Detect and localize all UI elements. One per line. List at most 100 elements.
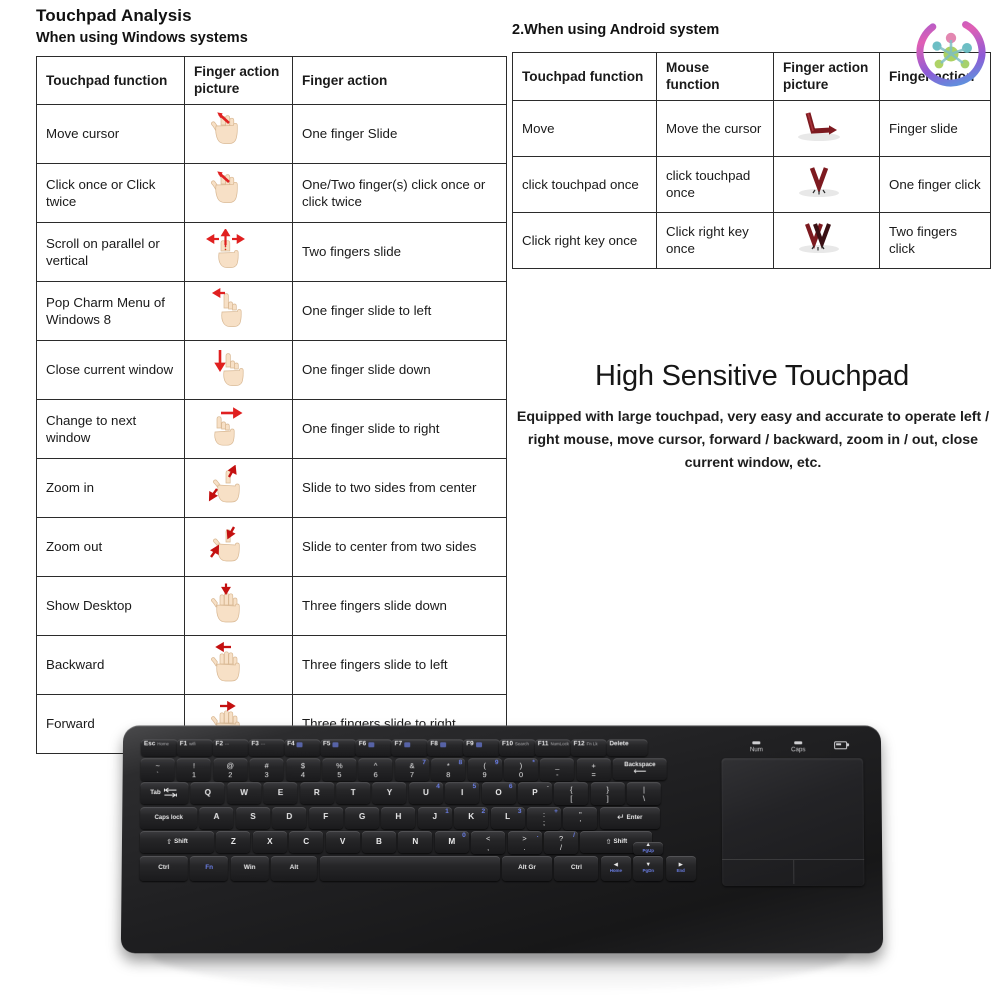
key--[interactable]: _ - — [540, 758, 575, 782]
key-secondary-label: wifi — [189, 741, 196, 747]
key-f6[interactable]: F6 — [355, 739, 393, 757]
key-numpad-legend: 0 — [462, 832, 466, 840]
key-,[interactable]: <, — [471, 831, 506, 855]
key-7[interactable]: & 7 7 — [394, 758, 429, 782]
touchpad-left-right-divider — [793, 859, 795, 884]
key-main-label: 8 — [446, 769, 451, 779]
mute-icon — [296, 742, 303, 748]
key-w[interactable]: W — [227, 782, 262, 805]
key-.[interactable]: >.. — [507, 831, 542, 855]
key-f[interactable]: F — [308, 806, 343, 829]
left-arrow-icon: ⟵ — [633, 766, 647, 777]
key-m[interactable]: M0 — [434, 831, 469, 854]
key-ctrl[interactable]: Ctrl — [139, 855, 188, 881]
key-a[interactable]: A — [199, 806, 234, 829]
key-u[interactable]: U4 — [408, 782, 443, 805]
key-tab[interactable]: Tab — [140, 782, 189, 805]
key-shift-left[interactable]: ⇧ Shift — [139, 831, 215, 854]
key-shift-legend: % — [336, 760, 343, 770]
key-enter[interactable]: ↵ Enter — [599, 806, 660, 829]
key-main-label: Win — [243, 863, 256, 871]
key-t[interactable]: T — [336, 782, 371, 805]
key-g[interactable]: G — [345, 806, 380, 829]
key-0[interactable]: ) 0 * — [503, 758, 538, 782]
key-s[interactable]: S — [235, 806, 271, 829]
arrow-up-key[interactable]: ▲ PgUp — [633, 841, 664, 855]
key-main-label: Ctrl — [158, 863, 170, 871]
key-numpad-legend: 9 — [494, 759, 499, 767]
indicator-num: Num — [743, 741, 769, 753]
key-c[interactable]: C — [289, 831, 324, 854]
key-z[interactable]: Z — [216, 831, 251, 854]
key-=[interactable]: + = — [576, 758, 611, 782]
key-n[interactable]: N — [398, 831, 433, 854]
key-o[interactable]: O6 — [481, 782, 516, 805]
key-f7[interactable]: F7 — [391, 739, 428, 757]
key-f12[interactable]: F12 Fn Lk — [570, 739, 608, 757]
key-shift-legend: { — [570, 785, 573, 795]
key-secondary-label: --- — [224, 741, 230, 747]
key-6[interactable]: ^ 6 — [358, 758, 393, 782]
key-alt[interactable]: Alt — [270, 855, 318, 881]
key-;[interactable]: :; + — [526, 806, 561, 830]
cell-function: Close current window — [36, 339, 185, 400]
key-b[interactable]: B — [361, 831, 397, 854]
key-f11[interactable]: F11 NumLock — [534, 739, 572, 757]
key-'[interactable]: " ' — [563, 806, 598, 830]
key-shift-legend: ! — [192, 760, 196, 770]
cell-touchpad-function: click touchpad once — [512, 155, 657, 213]
key-f1[interactable]: F1 wifi — [176, 739, 214, 757]
key-f2[interactable]: F2 --- — [212, 739, 249, 757]
key-f9[interactable]: F9 — [463, 739, 500, 757]
key-r[interactable]: R — [299, 782, 334, 805]
key-/[interactable]: ? / / — [543, 831, 579, 855]
cell-function: Pop Charm Menu of Windows 8 — [36, 280, 185, 341]
key-fn[interactable]: Fn — [190, 855, 229, 881]
key-caps-lock[interactable]: Caps lock — [140, 806, 198, 829]
key-backspace[interactable]: Backspace ⟵ — [612, 758, 667, 781]
key-d[interactable]: D — [272, 806, 307, 829]
key-8[interactable]: * 8 8 — [431, 758, 466, 782]
key-f4[interactable]: F4 — [284, 739, 321, 757]
key-i[interactable]: I5 — [445, 782, 480, 805]
key-5[interactable]: % 5 — [322, 758, 357, 782]
key-main-label: R — [313, 788, 320, 798]
indicator-caps: Caps — [785, 741, 811, 753]
cell-picture — [184, 339, 293, 400]
key-space[interactable] — [319, 855, 500, 881]
arrow-left-key[interactable]: ◀ Home — [600, 855, 631, 881]
key-4[interactable]: $4 — [285, 758, 320, 782]
key-9[interactable]: (9 9 — [467, 758, 502, 782]
key-j[interactable]: J1 — [417, 806, 452, 829]
key-f5[interactable]: F5 — [319, 739, 357, 757]
key-esc[interactable]: Esc Home — [140, 739, 178, 757]
key-f10[interactable]: F10 Search — [499, 739, 536, 757]
key-ctrl[interactable]: Ctrl — [554, 855, 599, 881]
key-`[interactable]: ~ ` — [140, 758, 175, 782]
col-finger-action-picture: Finger action picture — [184, 56, 293, 105]
key-p[interactable]: P- — [517, 782, 552, 805]
key-][interactable]: }] — [590, 782, 625, 806]
key-alt-gr[interactable]: Alt Gr — [502, 855, 553, 881]
key-\[interactable]: | \ — [626, 782, 662, 806]
key-l[interactable]: L3 — [490, 806, 525, 829]
key-f8[interactable]: F8 — [427, 739, 464, 757]
key-h[interactable]: H — [381, 806, 416, 829]
key-f3[interactable]: F3 --- — [248, 739, 285, 757]
key-[[interactable]: {[ — [554, 782, 589, 806]
table-row: Move Move the cursor Finger slide — [512, 99, 991, 157]
key-e[interactable]: E — [263, 782, 298, 805]
key-y[interactable]: Y — [372, 782, 407, 805]
touchpad[interactable] — [721, 758, 865, 886]
key-3[interactable]: #3 — [249, 758, 284, 782]
key-x[interactable]: X — [252, 831, 287, 854]
key-q[interactable]: Q — [190, 782, 225, 805]
key-k[interactable]: K2 — [454, 806, 489, 829]
key-delete[interactable]: Delete — [606, 739, 648, 757]
key-2[interactable]: @2 — [213, 758, 248, 782]
arrow-right-key[interactable]: ▶ End — [665, 855, 696, 881]
key-win[interactable]: Win — [230, 855, 269, 881]
key-1[interactable]: ! 1 — [176, 758, 212, 782]
key-v[interactable]: V — [325, 831, 360, 854]
arrow-down-key[interactable]: ▼ PgDn — [633, 855, 664, 881]
